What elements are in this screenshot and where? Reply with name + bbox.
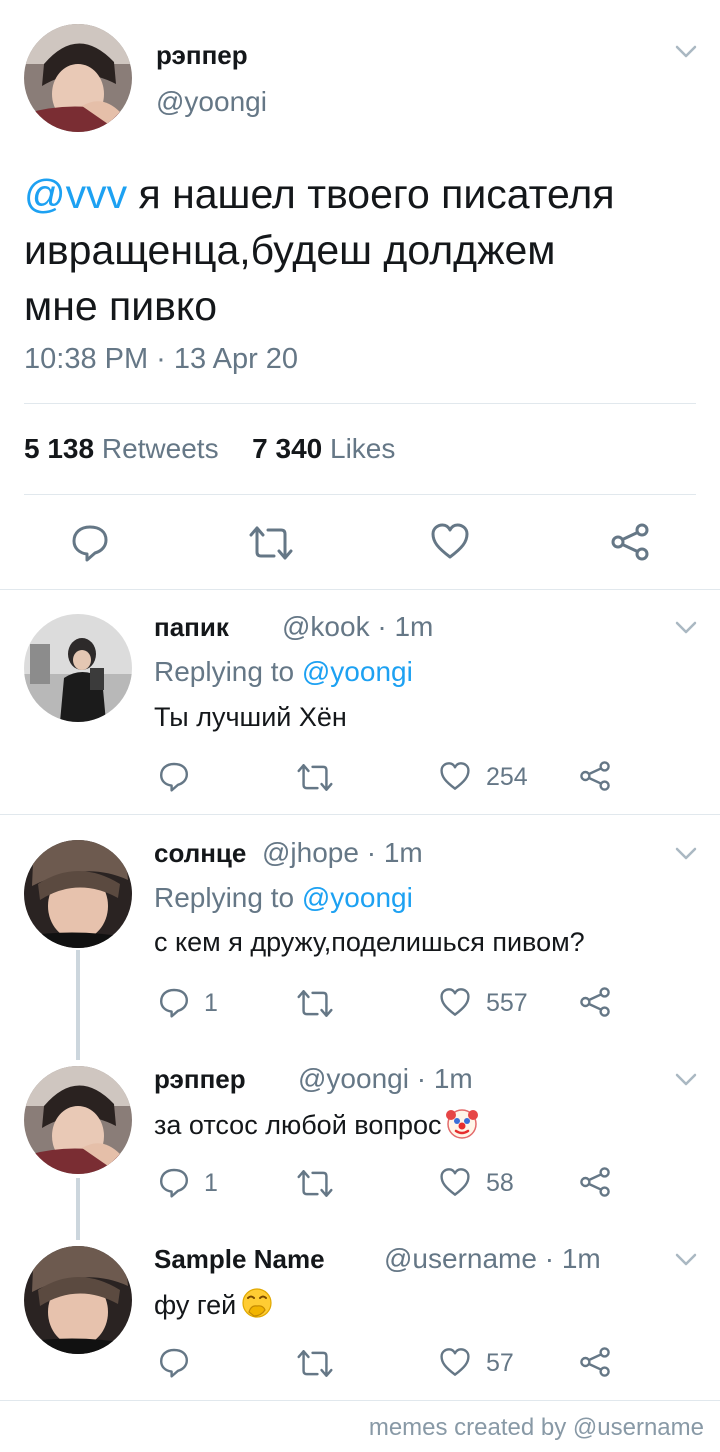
section-separator — [0, 1400, 720, 1401]
chevron-down-icon[interactable] — [674, 620, 698, 636]
replying-prefix: Replying to — [154, 882, 302, 913]
like-icon[interactable] — [439, 761, 471, 791]
divider — [24, 403, 696, 404]
thread-line — [76, 950, 80, 1060]
like-count: 557 — [486, 989, 528, 1017]
hand-over-mouth-icon — [240, 1286, 274, 1320]
share-icon[interactable] — [579, 760, 611, 792]
like-icon[interactable] — [439, 1167, 471, 1197]
mention-link[interactable]: @vvv — [24, 171, 127, 217]
likes-stat[interactable]: 7 340 Likes — [252, 433, 395, 464]
tweet-text-line: ивращенца,будеш долджем — [24, 227, 556, 273]
avatar[interactable] — [24, 1066, 132, 1174]
chevron-down-icon[interactable] — [674, 1072, 698, 1088]
author-name[interactable]: рэппер — [154, 1064, 246, 1095]
avatar[interactable] — [24, 24, 132, 132]
reply-text: Ты лучший Хён — [154, 702, 347, 732]
replying-prefix: Replying to — [154, 656, 302, 687]
author-name[interactable]: Sample Name — [154, 1244, 325, 1275]
retweet-icon[interactable] — [248, 524, 294, 562]
timestamp[interactable]: 10:38 PM · 13 Apr 20 — [24, 343, 298, 376]
reply-icon[interactable] — [158, 1346, 190, 1378]
like-count: 58 — [486, 1169, 514, 1197]
likes-count: 7 340 — [252, 433, 323, 464]
tweet-text: @vvv я нашел твоего писателя ивращенца,б… — [24, 166, 615, 334]
retweet-icon[interactable] — [296, 762, 334, 793]
share-icon[interactable] — [579, 1166, 611, 1198]
author-handle[interactable]: @kook · 1m — [282, 611, 433, 643]
tweet-text-line: я нашел твоего писателя — [127, 171, 615, 217]
chevron-down-icon[interactable] — [674, 44, 698, 60]
tweet-text-line: мне пивко — [24, 283, 218, 329]
author-handle[interactable]: @yoongi · 1m — [298, 1063, 473, 1095]
divider — [24, 494, 696, 495]
reply-count: 1 — [204, 1169, 218, 1197]
replying-to: Replying to @yoongi — [154, 656, 413, 688]
like-icon[interactable] — [439, 1347, 471, 1377]
share-icon[interactable] — [610, 522, 650, 562]
retweets-count: 5 138 — [24, 433, 95, 464]
share-icon[interactable] — [579, 986, 611, 1018]
chevron-down-icon[interactable] — [674, 846, 698, 862]
retweet-icon[interactable] — [296, 1348, 334, 1379]
reply-icon[interactable] — [70, 522, 110, 562]
reply-text: фу гей — [154, 1286, 274, 1321]
section-separator — [0, 814, 720, 815]
reply-icon[interactable] — [158, 1166, 190, 1198]
replying-to-link[interactable]: @yoongi — [302, 656, 413, 687]
section-separator — [0, 589, 720, 590]
author-handle[interactable]: @username · 1m — [384, 1243, 601, 1275]
retweet-icon[interactable] — [296, 1168, 334, 1199]
thread-line — [76, 1178, 80, 1240]
avatar[interactable] — [24, 1246, 132, 1354]
reply-text: за отсос любой вопрос — [154, 1106, 479, 1141]
reply-icon[interactable] — [158, 986, 190, 1018]
likes-label: Likes — [330, 433, 396, 464]
retweets-label: Retweets — [101, 433, 219, 464]
reply-text: с кем я дружу,поделишься пивом? — [154, 927, 585, 957]
engagement-stats: 5 138 Retweets 7 340 Likes — [24, 433, 395, 465]
retweets-stat[interactable]: 5 138 Retweets — [24, 433, 219, 464]
reply-text-content: за отсос любой вопрос — [154, 1110, 442, 1140]
like-count: 57 — [486, 1349, 514, 1377]
like-icon[interactable] — [439, 987, 471, 1017]
reply-count: 1 — [204, 989, 218, 1017]
author-name[interactable]: папик — [154, 612, 229, 643]
share-icon[interactable] — [579, 1346, 611, 1378]
reply-text-content: фу гей — [154, 1290, 237, 1320]
clown-face-icon — [445, 1106, 479, 1140]
avatar[interactable] — [24, 840, 132, 948]
like-icon[interactable] — [430, 522, 470, 560]
author-handle[interactable]: @jhope · 1m — [262, 837, 423, 869]
chevron-down-icon[interactable] — [674, 1252, 698, 1268]
reply-icon[interactable] — [158, 760, 190, 792]
author-name[interactable]: рэппер — [156, 40, 248, 71]
author-name[interactable]: солнце — [154, 838, 246, 869]
replying-to: Replying to @yoongi — [154, 882, 413, 914]
avatar[interactable] — [24, 614, 132, 722]
like-count: 254 — [486, 763, 528, 791]
replying-to-link[interactable]: @yoongi — [302, 882, 413, 913]
watermark: memes created by @username — [368, 1414, 704, 1441]
author-handle[interactable]: @yoongi — [156, 86, 267, 118]
retweet-icon[interactable] — [296, 988, 334, 1019]
